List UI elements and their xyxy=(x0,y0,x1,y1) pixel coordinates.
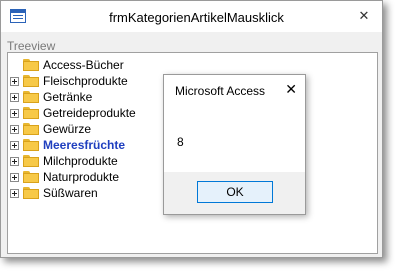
window-close-button[interactable]: ✕ xyxy=(352,5,376,27)
tree-item-label: Getränke xyxy=(43,90,93,104)
tree-item-label: Süßwaren xyxy=(43,186,98,200)
expand-icon[interactable] xyxy=(10,173,19,182)
dialog-message: 8 xyxy=(177,135,184,149)
folder-icon xyxy=(23,91,39,103)
dialog-footer: OK xyxy=(164,172,305,214)
dialog-close-button[interactable]: ✕ xyxy=(285,81,297,98)
expand-icon[interactable] xyxy=(10,93,19,102)
folder-icon xyxy=(23,171,39,183)
message-box: Microsoft Access ✕ 8 OK xyxy=(163,74,306,215)
tree-item-label: Getreideprodukte xyxy=(43,106,136,120)
tree-item-label: Gewürze xyxy=(43,122,92,136)
title-bar[interactable]: frmKategorienArtikelMausklick ✕ xyxy=(1,1,382,32)
tree-item-label: Naturprodukte xyxy=(43,170,120,184)
expand-icon[interactable] xyxy=(10,141,19,150)
dialog-title: Microsoft Access xyxy=(175,84,266,98)
folder-icon xyxy=(23,107,39,119)
ok-button[interactable]: OK xyxy=(197,181,273,203)
expand-icon[interactable] xyxy=(10,109,19,118)
folder-icon xyxy=(23,155,39,167)
tree-item-label: Access-Bücher xyxy=(43,58,124,72)
folder-icon xyxy=(23,123,39,135)
expand-icon[interactable] xyxy=(10,157,19,166)
folder-icon xyxy=(23,59,39,71)
folder-icon xyxy=(23,139,39,151)
expand-icon[interactable] xyxy=(10,125,19,134)
expand-icon[interactable] xyxy=(10,77,19,86)
folder-icon xyxy=(23,187,39,199)
treeview-label: Treeview xyxy=(7,39,56,53)
tree-item-label: Milchprodukte xyxy=(43,154,118,168)
expand-icon[interactable] xyxy=(10,189,19,198)
folder-icon xyxy=(23,75,39,87)
tree-item-label: Meeresfrüchte xyxy=(43,138,126,152)
window-title: frmKategorienArtikelMausklick xyxy=(109,10,284,25)
tree-item-label: Fleischprodukte xyxy=(43,74,128,88)
